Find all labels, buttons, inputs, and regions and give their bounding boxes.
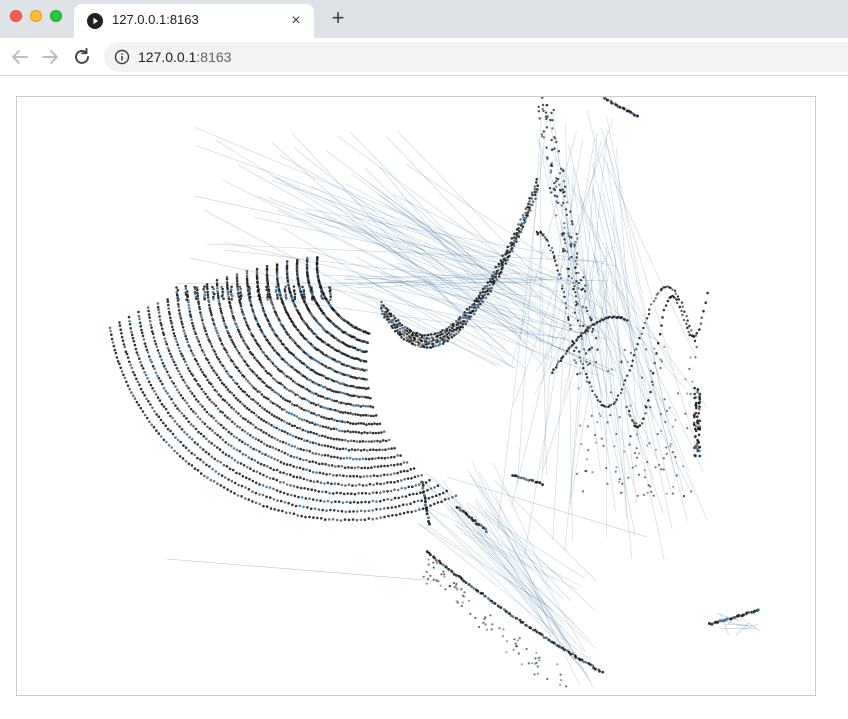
new-tab-button[interactable]: + <box>326 6 350 30</box>
forward-button[interactable] <box>38 45 62 69</box>
connection-lines <box>166 110 761 687</box>
url-text: 127.0.0.1:8163 <box>138 49 231 65</box>
particle-dots <box>108 97 760 688</box>
visualization-svg <box>108 97 761 688</box>
back-button[interactable] <box>8 45 32 69</box>
window-minimize-button[interactable] <box>30 10 42 22</box>
address-bar[interactable]: 127.0.0.1:8163 <box>104 42 848 72</box>
arrow-left-icon <box>12 50 28 64</box>
play-favicon-icon <box>87 13 103 29</box>
info-icon[interactable] <box>114 49 130 65</box>
reload-button[interactable] <box>70 45 94 69</box>
tab-strip: 127.0.0.1:8163 × + <box>0 0 848 38</box>
tab-title: 127.0.0.1:8163 <box>112 12 199 27</box>
page-viewport <box>0 76 848 719</box>
browser-chrome: 127.0.0.1:8163 × + 127.0.0.1:8163 <box>0 0 848 76</box>
arrow-right-icon <box>42 50 58 64</box>
url-port: :8163 <box>196 49 232 65</box>
browser-tab[interactable]: 127.0.0.1:8163 × <box>74 4 314 38</box>
reload-icon <box>75 47 89 64</box>
window-close-button[interactable] <box>10 10 22 22</box>
visualization-canvas[interactable] <box>16 96 816 696</box>
tab-close-button[interactable]: × <box>286 11 306 31</box>
url-host: 127.0.0.1 <box>138 49 197 65</box>
window-maximize-button[interactable] <box>50 10 62 22</box>
browser-toolbar: 127.0.0.1:8163 <box>0 38 848 76</box>
